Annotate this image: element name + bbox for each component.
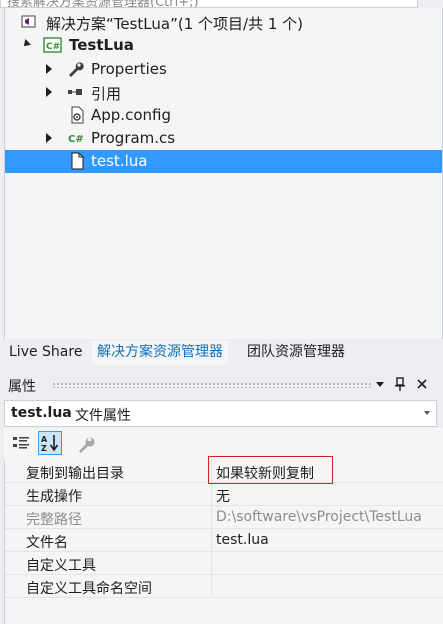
solution-label: 解决方案“TestLua”(1 个项目/共 1 个) [46,15,304,33]
property-name: 复制到输出目录 [26,466,124,482]
dropdown-arrow-icon[interactable] [373,376,387,392]
property-value[interactable]: test.lua [216,532,437,548]
column-divider [211,529,212,551]
solution-explorer-tree: 解决方案“TestLua”(1 个项目/共 1 个) C# TestLua Pr… [4,8,443,339]
tree-item-label: 引用 [91,85,122,103]
property-value[interactable]: D:\software\vsProject\TestLua [216,509,437,525]
tree-row-app-config[interactable]: App.config [10,104,442,127]
property-row-full-path[interactable]: 完整路径 D:\software\vsProject\TestLua [5,506,443,529]
annotation-highlight-box [208,456,333,484]
property-row-custom-tool-namespace[interactable]: 自定义工具命名空间 [5,575,443,598]
wrench-icon [74,437,98,459]
column-divider [211,552,212,574]
tree-item-label: Program.cs [91,129,176,147]
collapsed-arrow-icon[interactable] [43,63,55,75]
tree-item-label: Properties [91,60,167,78]
tree-row-project[interactable]: C# TestLua [10,34,442,57]
property-name: 完整路径 [26,512,82,528]
collapsed-arrow-icon[interactable] [43,132,55,144]
wrench-icon [66,60,84,78]
tab-team-explorer[interactable]: 团队资源管理器 [242,341,350,365]
property-name: 自定义工具 [26,558,96,574]
tree-item-label: App.config [91,106,171,124]
object-selector[interactable]: test.lua 文件属性 [4,400,437,427]
svg-text:C#: C# [68,134,84,145]
solution-icon [20,13,38,31]
pin-icon[interactable] [393,376,407,392]
property-value[interactable]: 无 [216,486,437,506]
tree-item-label: test.lua [91,152,148,170]
categorized-icon [9,437,33,459]
tree-row-properties[interactable]: Properties [10,58,442,81]
property-pages-button[interactable] [74,431,98,455]
tree-row-references[interactable]: 引用 [10,81,442,104]
file-icon [68,152,86,170]
tree-row-program-cs[interactable]: C# Program.cs [10,127,442,150]
config-file-icon [68,106,86,124]
expanded-arrow-icon[interactable] [20,39,32,51]
collapsed-arrow-icon[interactable] [43,86,55,98]
project-label: TestLua [69,36,134,54]
search-placeholder: 搜索解决方案资源管理器(Ctrl+;) [7,0,199,8]
tool-window-tabs: Live Share 解决方案资源管理器 团队资源管理器 [4,339,443,365]
properties-title: 属性 [8,379,36,395]
drag-grip[interactable] [52,382,373,388]
tree-row-test-lua[interactable]: test.lua [5,150,442,173]
object-type: 文件属性 [75,408,131,424]
search-input[interactable]: 搜索解决方案资源管理器(Ctrl+;) [0,0,418,8]
csharp-project-icon: C# [43,36,62,54]
references-icon [66,83,84,101]
property-name: 文件名 [26,535,68,551]
categorized-button[interactable] [9,431,33,455]
property-grid: 复制到输出目录 如果较新则复制 生成操作 无 完整路径 D:\software\… [4,460,443,624]
column-divider [211,575,212,597]
tab-solution-explorer[interactable]: 解决方案资源管理器 [92,341,228,365]
properties-header: 属性 [4,373,443,397]
alphabetical-button[interactable]: AZ [38,431,62,455]
svg-text:C#: C# [46,42,60,52]
tab-live-share[interactable]: Live Share [4,341,87,365]
tree-row-solution[interactable]: 解决方案“TestLua”(1 个项目/共 1 个) [10,11,442,34]
sort-az-icon: AZ [39,435,61,458]
property-row-file-name[interactable]: 文件名 test.lua [5,529,443,552]
column-divider [211,506,212,528]
column-divider [211,483,212,505]
object-name: test.lua [11,405,72,421]
chevron-down-icon [424,411,430,415]
svg-text:A: A [41,435,48,444]
property-row-build-action[interactable]: 生成操作 无 [5,483,443,506]
property-name: 自定义工具命名空间 [26,581,152,597]
close-icon[interactable] [415,376,429,392]
property-name: 生成操作 [26,489,82,505]
property-row-custom-tool[interactable]: 自定义工具 [5,552,443,575]
csharp-file-icon: C# [66,129,84,147]
svg-text:Z: Z [41,444,47,453]
